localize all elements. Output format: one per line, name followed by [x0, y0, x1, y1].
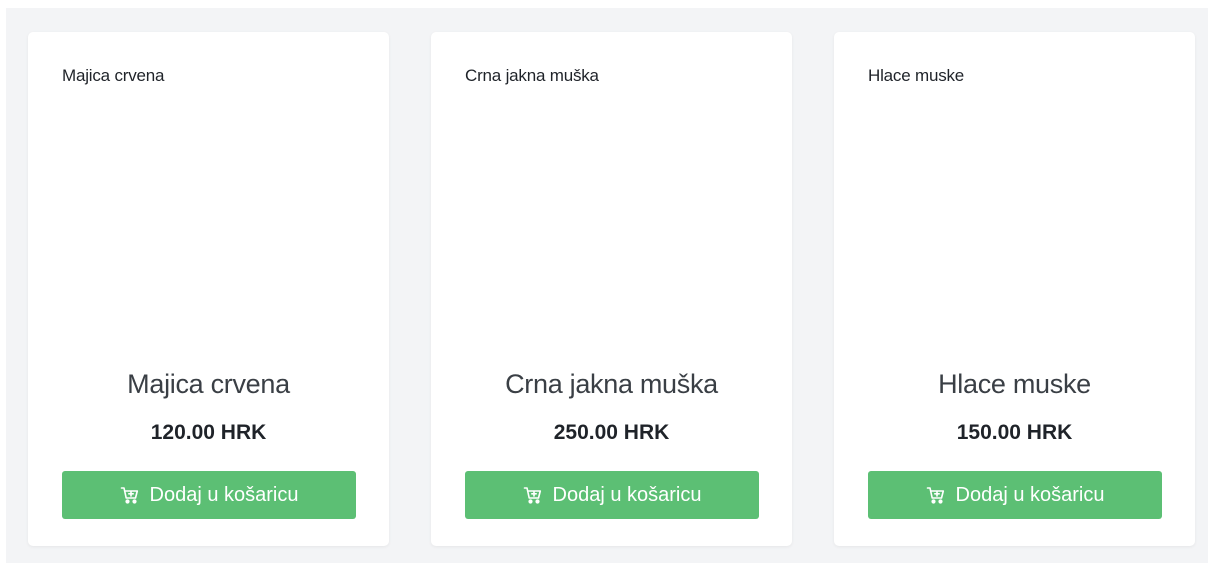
add-to-cart-label: Dodaj u košaricu [955, 483, 1105, 506]
product-card: Majica crvena Majica crvena 120.00 HRK D… [28, 32, 389, 546]
product-card: Hlace muske Hlace muske 150.00 HRK Dodaj… [834, 32, 1195, 546]
cart-plus-icon [926, 485, 946, 505]
product-price: 150.00 HRK [956, 421, 1073, 444]
add-to-cart-button[interactable]: Dodaj u košaricu [868, 471, 1162, 519]
product-card: Crna jakna muška Crna jakna muška 250.00… [431, 32, 792, 546]
product-name: Majica crvena [127, 369, 290, 399]
cart-plus-icon [120, 485, 140, 505]
product-name: Crna jakna muška [505, 369, 718, 399]
product-image-placeholder [868, 102, 1162, 372]
cart-plus-icon [523, 485, 543, 505]
card-header-title: Hlace muske [868, 66, 965, 85]
add-to-cart-button[interactable]: Dodaj u košaricu [62, 471, 356, 519]
card-header-title: Majica crvena [62, 66, 165, 85]
card-header-title: Crna jakna muška [465, 66, 599, 85]
product-grid: Majica crvena Majica crvena 120.00 HRK D… [6, 8, 1208, 563]
product-name: Hlace muske [938, 369, 1091, 399]
product-price: 120.00 HRK [150, 421, 267, 444]
product-image-placeholder [62, 102, 356, 372]
product-price: 250.00 HRK [553, 421, 670, 444]
add-to-cart-label: Dodaj u košaricu [149, 483, 299, 506]
add-to-cart-button[interactable]: Dodaj u košaricu [465, 471, 759, 519]
product-image-placeholder [465, 102, 759, 372]
add-to-cart-label: Dodaj u košaricu [552, 483, 702, 506]
